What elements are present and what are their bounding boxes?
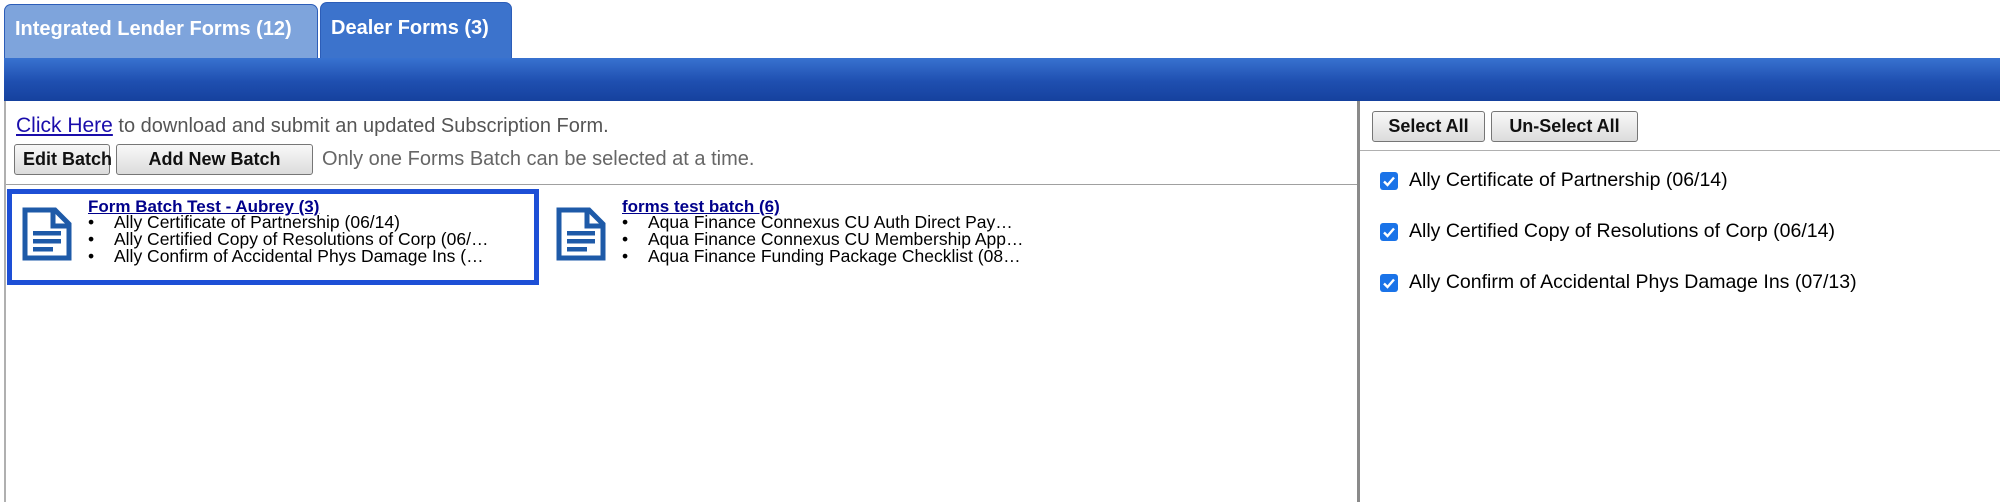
form-label: Ally Confirm of Accidental Phys Damage I… [1409, 271, 1857, 293]
divider [6, 184, 1357, 185]
batch-form-list: Aqua Finance Connexus CU Auth Direct Pay… [622, 213, 1023, 265]
click-here-link[interactable]: Click Here [16, 114, 113, 137]
divider [1360, 150, 2000, 151]
checkbox-checked[interactable] [1380, 171, 1398, 190]
subscription-form-message: Click Here to download and submit an upd… [16, 114, 609, 138]
header-bar [4, 58, 2000, 101]
form-label: Ally Certified Copy of Resolutions of Co… [1409, 220, 1835, 242]
form-checkbox-row[interactable]: Ally Confirm of Accidental Phys Damage I… [1380, 271, 1857, 294]
forms-panel: Select All Un-Select All Ally Certificat… [1360, 101, 2000, 502]
tab-integrated-lender-forms[interactable]: Integrated Lender Forms (12) [4, 4, 318, 58]
form-label: Ally Certificate of Partnership (06/14) [1409, 169, 1728, 191]
document-icon [22, 207, 72, 261]
checkmark-icon [1383, 227, 1395, 238]
list-item: Ally Confirm of Accidental Phys Damage I… [88, 247, 488, 265]
checkmark-icon [1383, 278, 1395, 289]
unselect-all-button[interactable]: Un-Select All [1491, 111, 1638, 142]
batch-panel: Click Here to download and submit an upd… [4, 101, 1360, 502]
batch-card-form-batch-test[interactable]: Form Batch Test - Aubrey (3) Ally Certif… [7, 189, 539, 285]
add-new-batch-button[interactable]: Add New Batch [116, 144, 313, 175]
subscription-form-text: to download and submit an updated Subscr… [112, 115, 609, 137]
batch-selection-note: Only one Forms Batch can be selected at … [322, 148, 755, 170]
checkbox-checked[interactable] [1380, 273, 1398, 292]
batch-card-forms-test-batch[interactable]: forms test batch (6) Aqua Finance Connex… [541, 189, 1101, 285]
list-item: Aqua Finance Funding Package Checklist (… [622, 247, 1023, 265]
batch-form-list: Ally Certificate of Partnership (06/14) … [88, 213, 488, 265]
form-checkbox-row[interactable]: Ally Certificate of Partnership (06/14) [1380, 169, 1728, 192]
checkmark-icon [1383, 176, 1395, 187]
tab-dealer-forms[interactable]: Dealer Forms (3) [320, 2, 512, 58]
edit-batch-button[interactable]: Edit Batch [14, 144, 112, 175]
document-icon [556, 207, 606, 261]
checkbox-checked[interactable] [1380, 222, 1398, 241]
select-all-button[interactable]: Select All [1372, 111, 1485, 142]
form-checkbox-row[interactable]: Ally Certified Copy of Resolutions of Co… [1380, 220, 1835, 243]
